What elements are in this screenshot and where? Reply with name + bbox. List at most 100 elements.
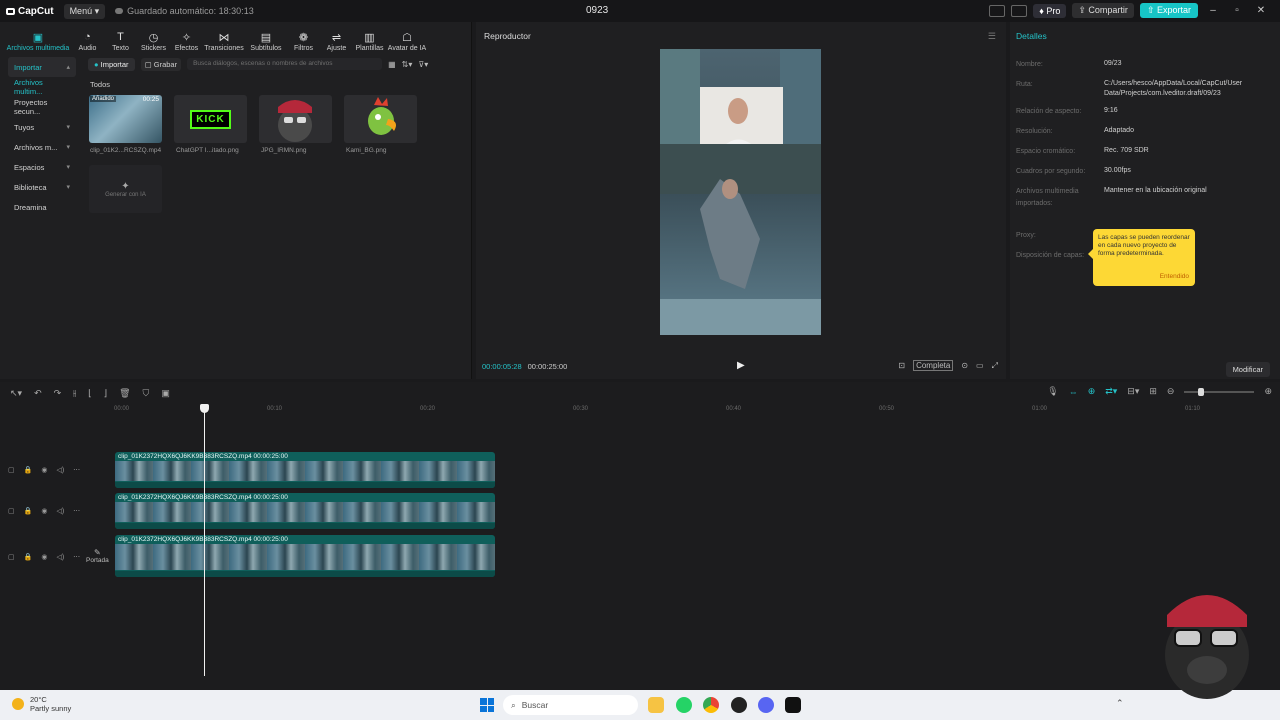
audio-icon[interactable]: ◁): [56, 466, 64, 474]
modify-button[interactable]: Modificar: [1225, 362, 1270, 377]
tab-audio[interactable]: ◔ Audio: [72, 31, 103, 52]
magnet-icon[interactable]: ⊕: [1088, 386, 1096, 397]
caption-icon[interactable]: ⊞: [1149, 386, 1157, 397]
split-icon[interactable]: ⫲: [73, 388, 76, 399]
screenshot-icon[interactable]: ⊙: [961, 361, 968, 370]
grid-view-icon[interactable]: ▦: [388, 60, 396, 69]
sidebar-item-import[interactable]: Importar ▴: [8, 57, 76, 77]
weather-widget[interactable]: 20°C Partly sunny: [12, 695, 71, 713]
record-button[interactable]: ▢ Grabar: [140, 57, 182, 71]
sort-icon[interactable]: ⇅▾: [402, 60, 413, 69]
shortcuts-icon[interactable]: [1011, 4, 1028, 17]
tab-filters[interactable]: ❁ Filtros: [288, 31, 319, 52]
ratio-button[interactable]: Completa: [913, 360, 954, 371]
import-button[interactable]: ● Importar: [88, 57, 135, 71]
preview-axis-icon[interactable]: ⊟▾: [1127, 386, 1139, 397]
media-thumb-kick[interactable]: KICK: [174, 95, 247, 143]
sidebar-item-dreamina[interactable]: Dreamina: [8, 197, 76, 217]
filter-all-label[interactable]: Todos: [90, 80, 110, 89]
eye-icon[interactable]: ◉: [41, 553, 47, 561]
app-icon[interactable]: [731, 697, 747, 713]
media-sidebar: Importar ▴ Archivos multim... Proyectos s…: [8, 57, 76, 217]
audio-icon[interactable]: ◁): [56, 553, 64, 561]
maximize-icon[interactable]: ▫: [1228, 5, 1246, 16]
more-icon[interactable]: ⋯: [73, 466, 80, 474]
zoom-out-icon[interactable]: ⊖: [1167, 386, 1175, 397]
tooltip-ok-button[interactable]: Entendido: [1160, 273, 1189, 281]
crop-icon[interactable]: ⊡: [898, 361, 905, 370]
adjust-icon: ⇌: [331, 32, 342, 44]
file-explorer-icon[interactable]: [648, 697, 664, 713]
cover-button[interactable]: ✎ Portada: [86, 548, 109, 564]
timeline-clip[interactable]: clip_01K2372HQX6QJ6KK9B383RCSZQ.mp4 00:0…: [115, 452, 495, 488]
marker-icon[interactable]: ⛉: [143, 388, 150, 399]
filter-funnel-icon[interactable]: ⊽▾: [418, 60, 428, 69]
eye-icon[interactable]: ◉: [41, 466, 47, 474]
redo-icon[interactable]: ↷: [54, 388, 62, 399]
taskbar-search[interactable]: ⌕ Buscar: [503, 695, 638, 715]
more-icon[interactable]: ⋯: [73, 553, 80, 561]
layout-icon[interactable]: [989, 4, 1006, 17]
menu-button[interactable]: Menú ▾: [63, 3, 106, 19]
tab-text[interactable]: T Texto: [105, 31, 136, 52]
zoom-in-icon[interactable]: ⊕: [1264, 386, 1272, 397]
fullscreen-icon[interactable]: ⤢: [992, 361, 998, 371]
media-thumb-clip[interactable]: Añadido 00:25: [89, 95, 162, 143]
tab-stickers[interactable]: ◷ Stickers: [138, 31, 169, 52]
media-search-input[interactable]: Busca diálogos, escenas o nombres de arc…: [187, 58, 383, 70]
timeline-clip[interactable]: clip_01K2372HQX6QJ6KK9B383RCSZQ.mp4 00:0…: [115, 493, 495, 529]
player-menu-icon[interactable]: ☰: [988, 31, 996, 42]
select-tool-icon[interactable]: ↖▾: [10, 388, 22, 399]
capcut-taskbar-icon[interactable]: [785, 697, 801, 713]
chrome-icon[interactable]: [703, 697, 719, 713]
sidebar-item-media[interactable]: Archivos multim...: [8, 77, 76, 97]
time-ruler[interactable]: 00:00 00:10 00:20 00:30 00:40 00:50 01:0…: [114, 406, 1274, 416]
minimize-icon[interactable]: –: [1204, 5, 1222, 16]
tab-avatar[interactable]: ☖ Avatar de IA: [387, 31, 427, 52]
media-thumb-parrot[interactable]: [344, 95, 417, 143]
tab-media[interactable]: ▣ Archivos multimedia: [6, 31, 70, 52]
tab-effects[interactable]: ✧ Efectos: [171, 31, 202, 52]
whatsapp-icon[interactable]: [676, 697, 692, 713]
start-icon[interactable]: [480, 698, 494, 712]
close-icon[interactable]: ✕: [1252, 5, 1270, 16]
tab-transitions[interactable]: ⋈ Transiciones: [204, 31, 244, 52]
sidebar-item-spaces[interactable]: Espacios ▾: [8, 157, 76, 177]
timeline-clip[interactable]: clip_01K2372HQX6QJ6KK9B383RCSZQ.mp4 00:0…: [115, 535, 495, 577]
audio-icon[interactable]: ◁): [56, 507, 64, 515]
tray-chevron-icon[interactable]: ⌃: [1116, 698, 1124, 709]
tab-templates[interactable]: ▥ Plantillas: [354, 31, 385, 52]
split-left-icon[interactable]: ⌊: [88, 388, 92, 399]
play-button[interactable]: ▶: [737, 360, 745, 371]
snap-icon[interactable]: ⇄▾: [1105, 386, 1117, 397]
export-button[interactable]: ⇧ Exportar: [1139, 3, 1198, 18]
eye-icon[interactable]: ◉: [41, 507, 47, 515]
link-icon[interactable]: ⇔: [1069, 387, 1078, 397]
sidebar-item-yours[interactable]: Tuyos ▾: [8, 117, 76, 137]
sidebar-item-library[interactable]: Biblioteca ▾: [8, 177, 76, 197]
undo-icon[interactable]: ↶: [34, 388, 42, 399]
sidebar-item-secondary-projects[interactable]: Proyectos secun...: [8, 97, 76, 117]
feature-toolbar: ▣ Archivos multimedia ◔ Audio T Texto ◷ Stic…: [0, 22, 471, 52]
lock-icon[interactable]: 🔒: [24, 466, 33, 474]
pro-button[interactable]: ♦ Pro: [1033, 3, 1067, 18]
media-thumb-gorilla[interactable]: [259, 95, 332, 143]
edit-icon[interactable]: ▣: [161, 388, 170, 399]
more-icon[interactable]: ⋯: [73, 507, 80, 515]
tab-adjust[interactable]: ⇌ Ajuste: [321, 31, 352, 52]
generate-ai-button[interactable]: ✦ Generar con IA: [89, 165, 162, 213]
gorilla-overlay: [1135, 575, 1280, 705]
sidebar-item-files[interactable]: Archivos m... ▾: [8, 137, 76, 157]
lock-icon[interactable]: 🔒: [24, 507, 33, 515]
mic-icon[interactable]: 🎙: [1047, 386, 1058, 397]
timeline-panel: ↖▾ ↶ ↷ ⫲ ⌊ ⌋ 🗑 ⛉ ▣ 🎙 ⇔ ⊕ ⇄▾ ⊟▾ ⊞ ⊖ ⊕ 00:…: [0, 382, 1280, 690]
aspect-icon[interactable]: ▭: [976, 361, 984, 370]
discord-icon[interactable]: [758, 697, 774, 713]
video-preview[interactable]: [660, 49, 821, 335]
split-right-icon[interactable]: ⌋: [104, 388, 108, 399]
delete-icon[interactable]: 🗑: [119, 388, 130, 399]
lock-icon[interactable]: 🔒: [24, 553, 33, 561]
share-button[interactable]: ⇪ Compartir: [1072, 3, 1134, 18]
zoom-slider[interactable]: [1184, 387, 1255, 396]
tab-subtitles[interactable]: ▤ Subtítulos: [246, 31, 286, 52]
